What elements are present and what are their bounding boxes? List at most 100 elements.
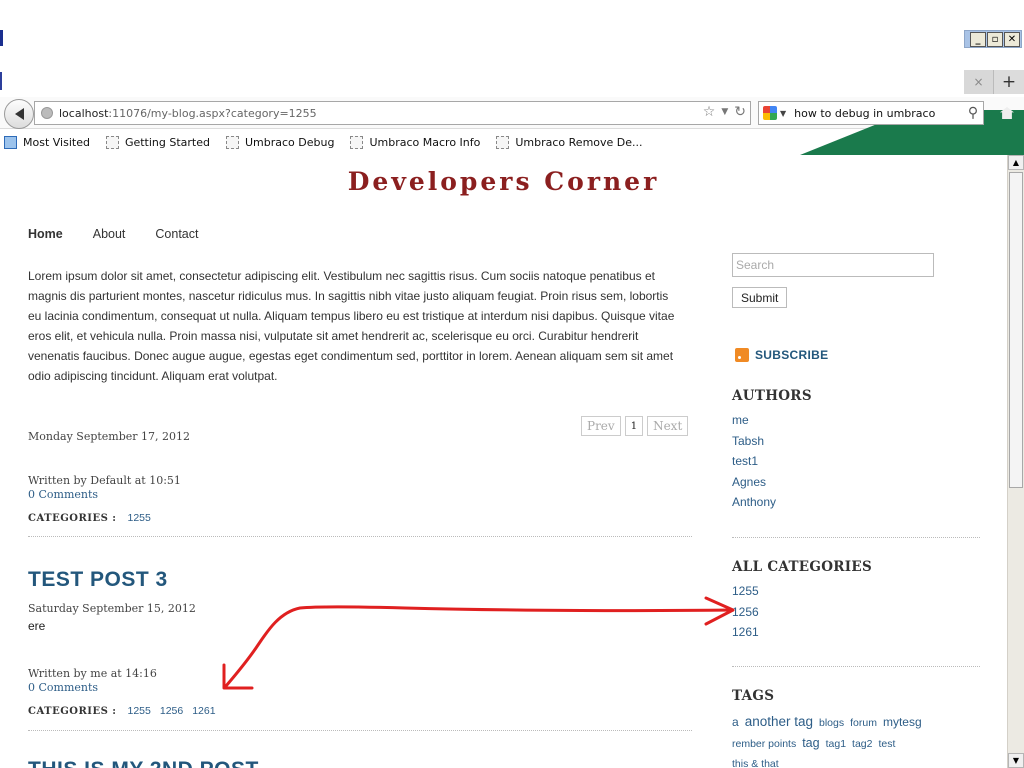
category-link[interactable]: 1255 xyxy=(732,581,759,602)
category-link[interactable]: 1261 xyxy=(732,622,759,643)
scrollbar-thumb[interactable] xyxy=(1009,172,1023,488)
comments-link[interactable]: 0 Comments xyxy=(28,488,98,501)
search-query[interactable]: how to debug in umbraco xyxy=(794,107,963,120)
category-link[interactable]: 1256 xyxy=(732,602,759,623)
tag-link[interactable]: tag2 xyxy=(852,733,872,755)
authors-heading: AUTHORS xyxy=(732,388,812,404)
tabstrip-controls: × + xyxy=(964,70,1024,94)
categories-list: 1255 1256 1261 xyxy=(732,581,759,643)
comments-link[interactable]: 0 Comments xyxy=(28,681,98,694)
page-icon xyxy=(226,135,239,149)
bookmark-star-icon[interactable]: ☆ xyxy=(703,104,716,120)
author-link[interactable]: Tabsh xyxy=(732,431,776,452)
url-host: localhost xyxy=(59,106,109,120)
category-link[interactable]: 1261 xyxy=(192,705,215,717)
sidebar-divider xyxy=(732,537,980,538)
bookmark-label: Getting Started xyxy=(124,135,210,149)
bookmark-getting-started[interactable]: Getting Started xyxy=(98,135,210,149)
tag-cloud: a another tag blogs forum mytesg rember … xyxy=(732,711,982,768)
google-icon[interactable] xyxy=(763,106,777,120)
post-divider xyxy=(28,730,692,731)
bookmark-label: Umbraco Macro Info xyxy=(369,135,481,149)
tags-heading: TAGS xyxy=(732,688,775,704)
tag-link[interactable]: another tag xyxy=(745,711,813,733)
minimize-button[interactable]: _ xyxy=(970,32,986,47)
site-identity-icon[interactable] xyxy=(41,107,53,119)
bookmark-umbraco-macro-info[interactable]: Umbraco Macro Info xyxy=(342,135,481,149)
tag-link[interactable]: mytesg xyxy=(883,711,922,733)
pager-prev[interactable]: Prev xyxy=(581,416,621,436)
search-bar[interactable]: ▼ how to debug in umbraco ⚲ xyxy=(758,101,984,125)
bookmark-most-visited[interactable]: Most Visited xyxy=(0,135,90,149)
tag-link[interactable]: forum xyxy=(850,712,877,734)
close-tab-button[interactable]: × xyxy=(964,70,994,94)
post-title[interactable]: TEST POST 3 xyxy=(28,568,168,592)
window-edge xyxy=(0,30,3,46)
reload-icon[interactable]: ↻ xyxy=(734,104,746,120)
close-window-button[interactable]: ✕ xyxy=(1004,32,1020,47)
search-engine-dropdown-icon[interactable]: ▼ xyxy=(780,109,786,118)
vertical-scrollbar[interactable]: ▲ ▼ xyxy=(1007,155,1024,768)
home-icon xyxy=(1000,107,1014,119)
tag-link[interactable]: blogs xyxy=(819,712,844,734)
tag-link[interactable]: tag1 xyxy=(826,733,846,755)
scroll-up-arrow-icon[interactable]: ▲ xyxy=(1008,155,1024,170)
post-body: ere xyxy=(28,619,46,633)
category-link[interactable]: 1255 xyxy=(128,512,151,524)
dropdown-arrow-icon[interactable]: ▼ xyxy=(721,107,728,117)
tag-link[interactable]: this & that xyxy=(732,753,779,768)
tag-link[interactable]: rember points xyxy=(732,733,796,755)
main-nav: Home About Contact xyxy=(28,227,199,241)
bookmark-umbraco-debug[interactable]: Umbraco Debug xyxy=(218,135,335,149)
address-bar-actions: ☆ ▼ ↻ xyxy=(703,104,746,120)
browser-chrome: _ ▫ ✕ × + localhost:11076/my-blog.aspx?c… xyxy=(0,0,1024,155)
back-button[interactable] xyxy=(4,99,34,129)
new-tab-button[interactable]: + xyxy=(994,70,1024,94)
post-date: Saturday September 15, 2012 xyxy=(28,602,196,615)
author-link[interactable]: Agnes xyxy=(732,472,776,493)
restore-button[interactable]: ▫ xyxy=(987,32,1003,47)
tag-link[interactable]: tag xyxy=(802,732,819,754)
post-title[interactable]: THIS IS MY 2ND POST xyxy=(28,758,259,768)
address-bar[interactable]: localhost:11076/my-blog.aspx?category=12… xyxy=(34,101,751,125)
category-link[interactable]: 1255 xyxy=(128,705,151,717)
home-button[interactable] xyxy=(994,100,1020,126)
author-link[interactable]: me xyxy=(732,410,776,431)
bookmark-label: Umbraco Debug xyxy=(245,135,335,149)
categories-label: CATEGORIES : xyxy=(28,705,117,717)
tag-row: this & that xyxy=(732,753,982,768)
page-icon xyxy=(350,135,364,149)
pager: Prev 1 Next xyxy=(581,416,689,436)
categories-label: CATEGORIES : xyxy=(28,512,117,524)
back-arrow-icon xyxy=(14,108,24,120)
post-byline: Written by Default at 10:51 xyxy=(28,474,181,487)
pager-page[interactable]: 1 xyxy=(624,416,644,436)
sidebar-divider xyxy=(732,666,980,667)
bookmarks-toolbar: Most Visited Getting Started Umbraco Deb… xyxy=(0,131,651,153)
post-date: Monday September 17, 2012 xyxy=(28,430,191,443)
submit-button[interactable]: Submit xyxy=(732,287,788,308)
category-link[interactable]: 1256 xyxy=(160,705,183,717)
page-icon xyxy=(105,135,119,149)
search-icon[interactable]: ⚲ xyxy=(963,105,983,121)
tag-link[interactable]: test xyxy=(878,733,895,755)
post-categories: CATEGORIES : 1255 1256 1261 xyxy=(28,705,216,717)
subscribe-label: SUBSCRIBE xyxy=(755,348,829,362)
subscribe-link[interactable]: SUBSCRIBE xyxy=(735,348,828,362)
nav-contact[interactable]: Contact xyxy=(155,227,198,241)
author-link[interactable]: Anthony xyxy=(732,492,776,513)
scroll-down-arrow-icon[interactable]: ▼ xyxy=(1008,753,1024,768)
tag-link[interactable]: a xyxy=(732,711,739,733)
post-categories: CATEGORIES : 1255 xyxy=(28,512,151,524)
nav-home[interactable]: Home xyxy=(28,227,63,241)
site-title: Developers Corner xyxy=(347,167,660,196)
rss-icon xyxy=(735,348,749,362)
tag-row: rember points tag tag1 tag2 test xyxy=(732,732,982,753)
web-page: Developers Corner Home About Contact Lor… xyxy=(0,155,1007,768)
sidebar-search-input[interactable] xyxy=(732,253,934,277)
pager-next[interactable]: Next xyxy=(647,416,689,436)
author-link[interactable]: test1 xyxy=(732,451,776,472)
bookmark-umbraco-remove[interactable]: Umbraco Remove De... xyxy=(488,135,643,149)
nav-about[interactable]: About xyxy=(93,227,126,241)
tag-row: a another tag blogs forum mytesg xyxy=(732,711,982,732)
